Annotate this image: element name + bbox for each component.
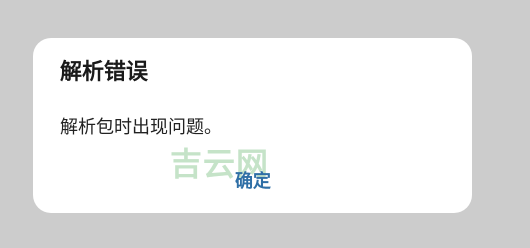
parse-error-dialog: 解析错误 解析包时出现问题。 吉云网 确定 (33, 38, 472, 213)
dialog-message: 解析包时出现问题。 (60, 117, 222, 138)
ok-button[interactable]: 确定 (223, 166, 283, 198)
dialog-title: 解析错误 (60, 60, 149, 85)
